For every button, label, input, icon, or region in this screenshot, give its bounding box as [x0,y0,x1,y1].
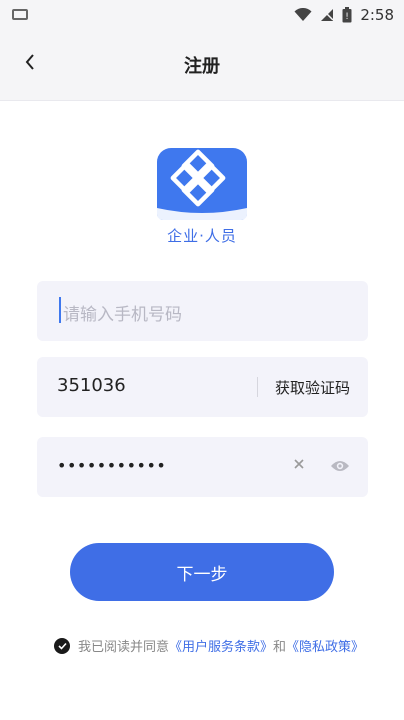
eye-icon [331,461,349,471]
verification-code-value: 351036 [57,375,126,396]
status-bar: ! 2:58 [0,0,404,32]
field-divider [257,377,258,397]
status-icons: ! 2:58 [294,6,394,24]
logo-caption: 企业·人员 [167,227,237,245]
phone-placeholder: 请输入手机号码 [63,305,182,325]
text-cursor [59,297,61,323]
agreement-conjunction: 和 [273,640,287,655]
check-icon [57,642,67,650]
next-button[interactable]: 下一步 [70,543,334,601]
status-time: 2:58 [360,6,394,24]
terms-link[interactable]: 《用户服务条款》 [169,636,273,655]
app-logo [157,148,247,220]
agreement-checkbox[interactable] [54,637,70,654]
clear-password-button[interactable] [293,454,305,475]
page-title: 注册 [184,56,220,77]
password-value: ••••••••••• [57,456,167,475]
next-button-label: 下一步 [176,564,228,585]
battery-icon: ! [342,7,352,23]
svg-text:!: ! [346,12,350,22]
get-code-button[interactable]: 获取验证码 [275,377,350,398]
wifi-icon [294,8,312,21]
verification-code-field[interactable]: 351036 获取验证码 [37,357,368,417]
privacy-link[interactable]: 《隐私政策》 [286,636,364,655]
close-icon [294,459,304,469]
phone-field[interactable]: 请输入手机号码 [37,281,368,341]
agreement-row: 我已阅读并同意 《用户服务条款》 和 《隐私政策》 [54,636,364,655]
nav-bar: 注册 [0,32,404,101]
keyboard-icon [12,9,28,20]
toggle-password-visibility[interactable] [330,458,350,477]
signal-icon [321,8,334,21]
password-field[interactable]: ••••••••••• [37,437,368,497]
knot-logo-icon [157,149,247,220]
agreement-prefix: 我已阅读并同意 [78,640,170,655]
